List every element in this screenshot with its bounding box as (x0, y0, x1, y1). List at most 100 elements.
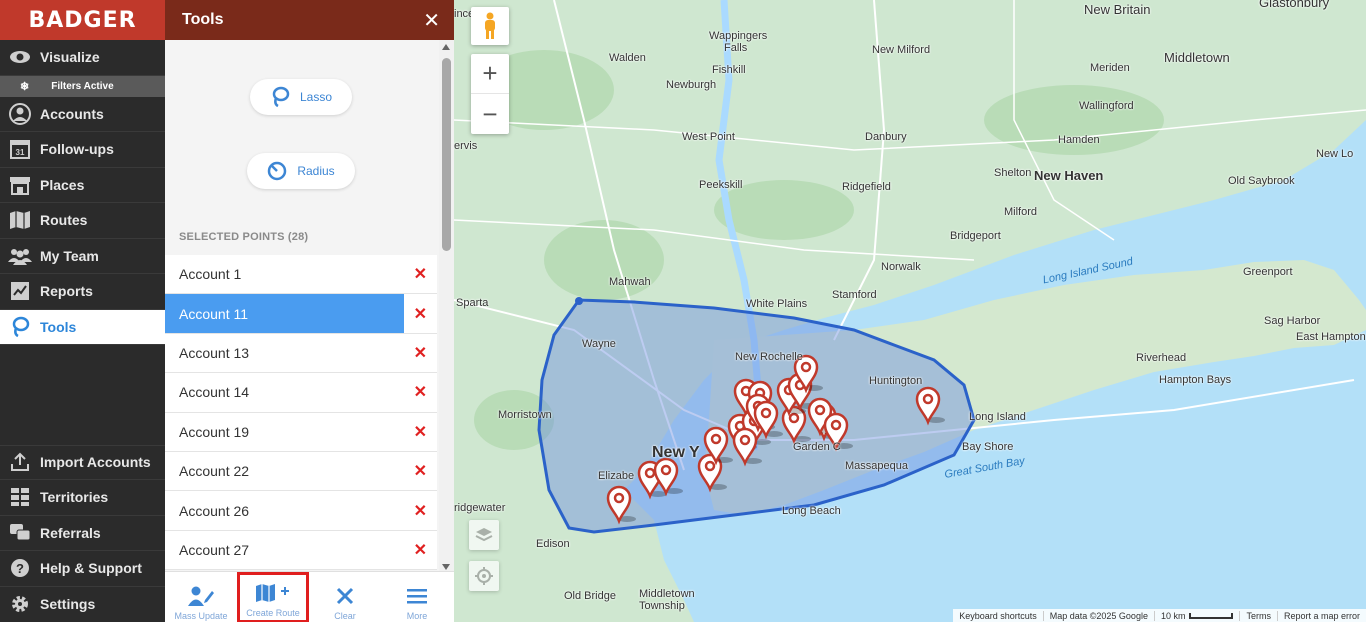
selected-point-row[interactable]: Account 11 ✕ (165, 294, 437, 334)
map-label: Mahwah (609, 276, 651, 288)
terms-link[interactable]: Terms (1239, 610, 1277, 621)
scroll-thumb[interactable] (442, 58, 451, 251)
remove-point-icon[interactable]: ✕ (414, 264, 427, 284)
nav-label: Import Accounts (40, 454, 151, 471)
map-label: Bridgeport (950, 230, 1001, 242)
team-icon (8, 245, 32, 267)
scale-label: 10 km (1160, 610, 1186, 621)
nav-label: Follow-ups (40, 141, 114, 158)
nav-item-reports[interactable]: Reports (0, 274, 165, 310)
map-label: White Plains (746, 298, 808, 310)
map-label: Wappingers (709, 30, 768, 42)
remove-point-icon[interactable]: ✕ (414, 540, 427, 560)
eye-icon (8, 46, 32, 68)
zoom-out-button[interactable]: − (471, 94, 509, 134)
map-label: Walden (609, 52, 646, 64)
map-icon (8, 209, 32, 231)
map-label: New Lo (1316, 148, 1354, 160)
map-data-label: Map data ©2025 Google (1042, 610, 1154, 621)
selected-point-row[interactable]: Account 14 ✕ (165, 373, 437, 413)
map-label: Norwalk (881, 261, 921, 273)
selected-points-header: SELECTED POINTS (28) (179, 231, 309, 243)
nav-item-routes[interactable]: Routes (0, 203, 165, 239)
nav-item-help-support[interactable]: ? Help & Support (0, 551, 165, 587)
close-icon[interactable]: ✕ (423, 8, 440, 33)
radius-icon (267, 161, 287, 181)
more-button[interactable]: More (381, 572, 453, 622)
nav-item-my-team[interactable]: My Team (0, 239, 165, 274)
selected-point-row[interactable]: Account 19 ✕ (165, 412, 437, 452)
lasso-icon (8, 316, 32, 338)
nav-item-tools[interactable]: Tools (0, 309, 165, 345)
create-route-button[interactable]: Create Route (237, 572, 309, 622)
remove-point-icon[interactable]: ✕ (414, 304, 427, 324)
nav-item-places[interactable]: Places (0, 168, 165, 203)
panel-toolbar: Mass Update Create Route Clear More (165, 571, 454, 622)
mass-update-button[interactable]: Mass Update (165, 572, 237, 622)
scale-indicator: 10 km (1153, 610, 1240, 621)
scroll-up-arrow-icon[interactable] (442, 44, 450, 50)
panel-scrollbar[interactable] (439, 40, 454, 571)
clear-button[interactable]: Clear (309, 572, 381, 622)
nav-label: Settings (40, 596, 96, 613)
gear-icon (8, 593, 32, 615)
selected-point-row[interactable]: Account 22 ✕ (165, 451, 437, 492)
nav-label: Referrals (40, 524, 101, 541)
remove-point-icon[interactable]: ✕ (414, 343, 427, 363)
remove-point-icon[interactable]: ✕ (414, 382, 427, 402)
chart-icon (8, 280, 32, 302)
map-pin-icon[interactable] (653, 457, 683, 497)
nav-item-import-accounts[interactable]: Import Accounts (0, 444, 165, 480)
nav-label: My Team (40, 247, 99, 264)
nav-item-visualize[interactable]: Visualize (0, 40, 165, 76)
map-canvas[interactable]: New Britain Glastonbury Wappingers Falls… (454, 0, 1366, 622)
nav-item-settings[interactable]: Settings (0, 587, 165, 622)
map-pin-icon[interactable] (606, 485, 636, 525)
radius-button[interactable]: Radius (247, 153, 355, 189)
calendar-icon: 31 (8, 138, 32, 160)
nav-item-territories[interactable]: Territories (0, 480, 165, 516)
lasso-button[interactable]: Lasso (250, 79, 352, 115)
nav-item-follow-ups[interactable]: 31 Follow-ups (0, 132, 165, 168)
locate-me-icon[interactable] (469, 561, 499, 591)
zoom-in-button[interactable]: + (471, 54, 509, 94)
remove-point-icon[interactable]: ✕ (414, 422, 427, 442)
snowflake-icon: ❄ (20, 80, 30, 93)
remove-point-icon[interactable]: ✕ (414, 461, 427, 481)
remove-point-icon[interactable]: ✕ (414, 501, 427, 521)
map-label: Long Beach (782, 505, 841, 517)
keyboard-shortcuts-link[interactable]: Keyboard shortcuts (953, 611, 1043, 621)
map-label: New Rochelle (735, 351, 803, 363)
map-label: Newburgh (666, 79, 717, 91)
map-label: Wallingford (1079, 100, 1134, 112)
map-label: West Point (682, 131, 735, 143)
filters-active-indicator[interactable]: ❄ Filters Active (0, 75, 165, 97)
map-pin-icon[interactable] (915, 386, 945, 426)
nav-item-accounts[interactable]: Accounts (0, 97, 165, 132)
map-label: New Milford (872, 44, 931, 56)
selected-point-row[interactable]: Account 27 ✕ (165, 530, 437, 571)
mass-update-icon (187, 583, 215, 609)
store-icon (8, 174, 32, 196)
nav-item-referrals[interactable]: Referrals (0, 516, 165, 551)
map-label: Garden C (793, 441, 841, 453)
hamburger-icon (406, 583, 428, 609)
lasso-icon (270, 86, 290, 108)
map-label: Morristown (498, 409, 552, 421)
map-label: Hamden (1058, 134, 1100, 146)
street-view-pegman-icon[interactable] (471, 7, 509, 45)
selected-point-row[interactable]: Account 26 ✕ (165, 491, 437, 531)
map-plus-icon (255, 580, 291, 606)
scroll-down-arrow-icon[interactable] (442, 564, 450, 570)
selected-point-row[interactable]: Account 1 ✕ (165, 255, 437, 295)
map-label: Massapequa (845, 460, 908, 472)
panel-header: Tools ✕ (165, 0, 454, 40)
selected-point-row[interactable]: Account 13 ✕ (165, 333, 437, 374)
selected-point-name: Account 26 (179, 502, 250, 519)
layers-icon[interactable] (469, 520, 499, 550)
map-label: Wayne (582, 338, 616, 350)
map-label: Falls (724, 42, 748, 54)
calendar-day: 31 (16, 148, 25, 157)
report-map-error-link[interactable]: Report a map error (1276, 610, 1366, 621)
map-label: Sparta (456, 297, 489, 309)
